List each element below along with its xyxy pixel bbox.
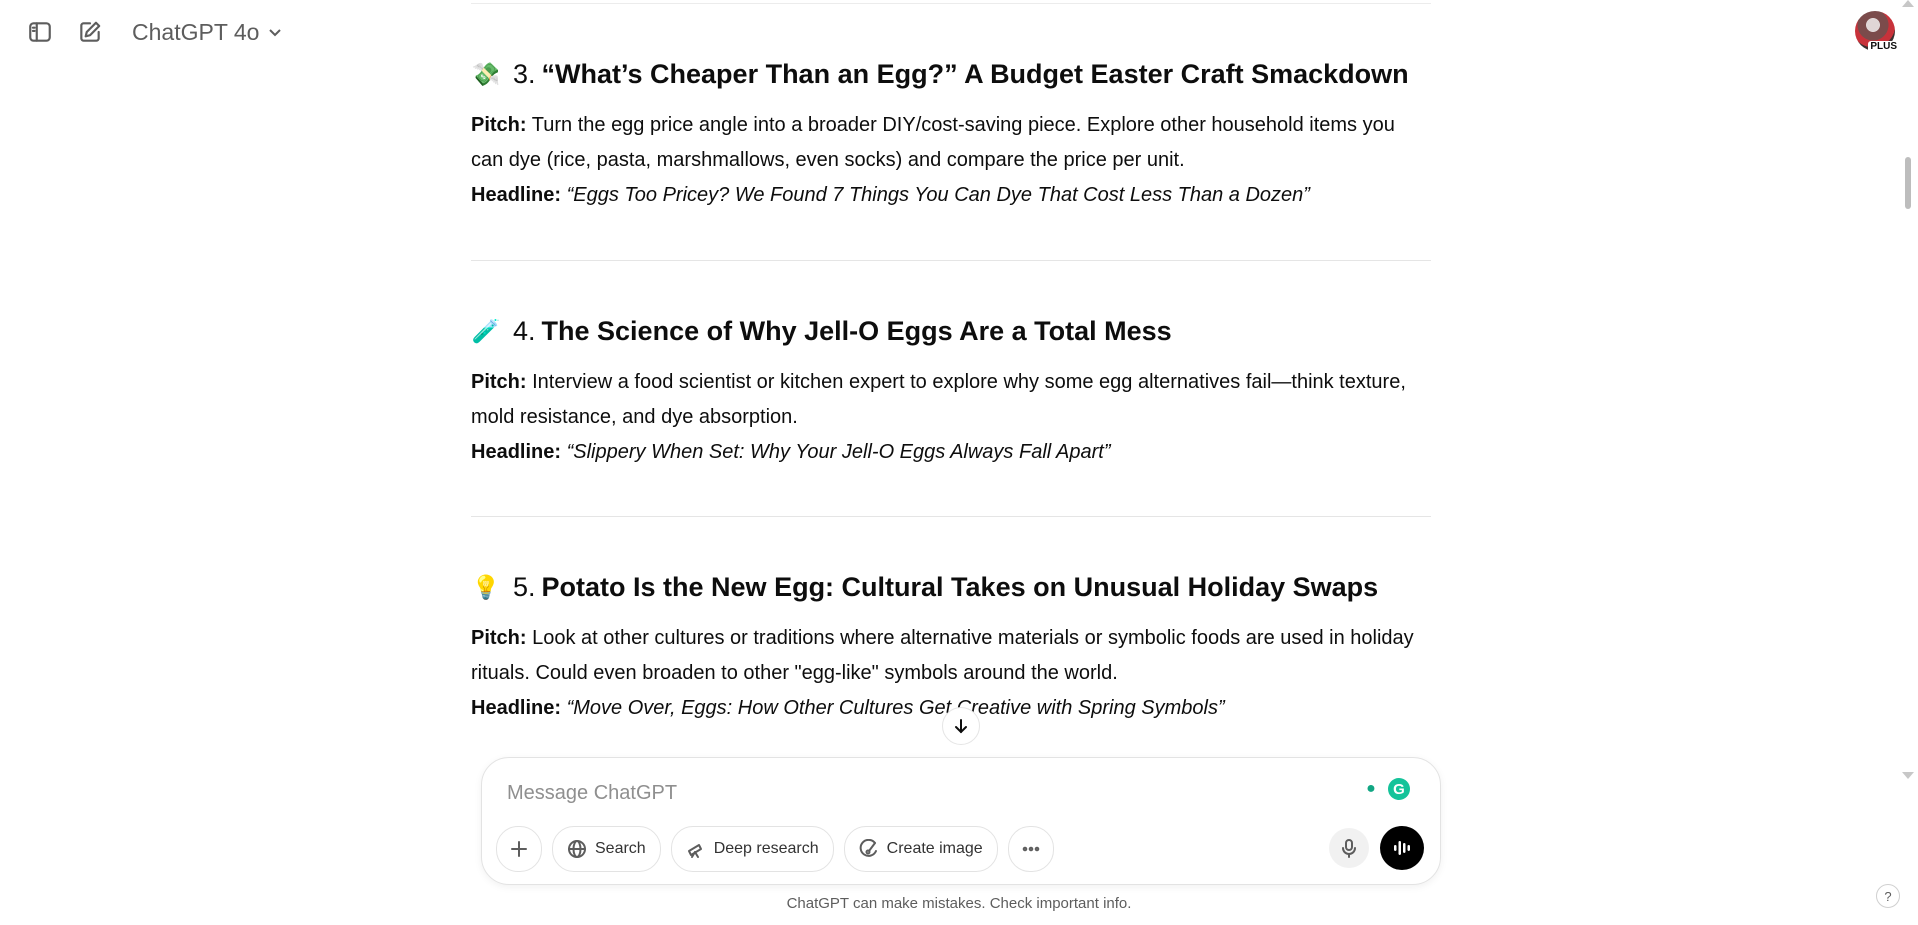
headline-text: “Slippery When Set: Why Your Jell-O Eggs… <box>566 441 1111 463</box>
deep-research-label: Deep research <box>713 840 819 857</box>
create-image-label: Create image <box>886 840 983 857</box>
divider <box>471 3 1431 4</box>
section-number: 3. <box>513 58 536 89</box>
globe-icon <box>568 840 586 858</box>
new-chat-button[interactable] <box>70 12 110 52</box>
pitch-label: Pitch: <box>471 114 527 136</box>
headline-line: Headline: “Eggs Too Pricey? We Found 7 T… <box>471 178 1431 213</box>
scroll-to-bottom-button[interactable] <box>942 707 980 745</box>
pitch-label: Pitch: <box>471 627 527 649</box>
image-brush-icon <box>859 839 877 857</box>
pitch-text: Turn the egg price angle into a broader … <box>471 114 1395 171</box>
light-bulb-icon: 💡 <box>471 573 501 600</box>
composer-toolbar: Search Deep research Create image <box>496 826 1054 872</box>
test-tube-icon: 🧪 <box>471 317 501 344</box>
scroll-up-arrow[interactable] <box>1902 0 1914 7</box>
pitch-paragraph: Pitch: Look at other cultures or traditi… <box>471 621 1431 691</box>
disclaimer: ChatGPT can make mistakes. Check importa… <box>786 895 1132 912</box>
idea-section-3: 💸 3. “What’s Cheaper Than an Egg?” A Bud… <box>471 52 1431 213</box>
message-input[interactable] <box>505 776 1329 810</box>
more-tools-button[interactable] <box>1007 826 1054 872</box>
model-name: ChatGPT 4o <box>132 18 260 45</box>
section-heading: 💸 3. “What’s Cheaper Than an Egg?” A Bud… <box>471 52 1431 96</box>
idea-section-4: 🧪 4. The Science of Why Jell-O Eggs Are … <box>471 309 1431 470</box>
plus-icon <box>511 841 527 857</box>
voice-waveform-icon <box>1394 841 1410 855</box>
idea-bulb-icon[interactable]: ● <box>1360 778 1382 800</box>
grammarly-icon[interactable]: G <box>1388 778 1410 800</box>
sidebar-toggle-icon <box>29 22 51 42</box>
section-number: 5. <box>513 571 536 602</box>
headline-text: “Eggs Too Pricey? We Found 7 Things You … <box>566 184 1310 206</box>
scrollbar-thumb[interactable] <box>1905 157 1911 209</box>
attach-button[interactable] <box>496 826 542 872</box>
scroll-down-arrow[interactable] <box>1902 772 1914 779</box>
pitch-label: Pitch: <box>471 371 527 393</box>
new-chat-icon <box>80 21 101 42</box>
arrow-down-icon <box>955 719 967 734</box>
sidebar-toggle-button[interactable] <box>20 12 60 52</box>
model-selector[interactable]: ChatGPT 4o <box>126 12 289 52</box>
headline-line: Headline: “Slippery When Set: Why Your J… <box>471 435 1431 470</box>
telescope-icon <box>687 844 702 858</box>
idea-section-5: 💡 5. Potato Is the New Egg: Cultural Tak… <box>471 565 1431 726</box>
chevron-down-icon <box>269 29 282 37</box>
extension-icons: ● G <box>1360 778 1410 800</box>
scrollbar[interactable] <box>1898 0 1918 925</box>
section-title: Potato Is the New Egg: Cultural Takes on… <box>541 571 1379 602</box>
dictate-button[interactable] <box>1329 828 1369 868</box>
section-title: “What’s Cheaper Than an Egg?” A Budget E… <box>541 58 1409 89</box>
plan-badge: PLUS <box>1868 41 1899 53</box>
create-image-button[interactable]: Create image <box>843 826 998 872</box>
section-heading: 🧪 4. The Science of Why Jell-O Eggs Are … <box>471 309 1431 353</box>
pitch-text: Interview a food scientist or kitchen ex… <box>471 371 1406 428</box>
microphone-icon <box>1342 839 1356 858</box>
headline-label: Headline: <box>471 441 562 463</box>
avatar[interactable]: PLUS <box>1855 11 1899 53</box>
divider <box>471 516 1431 517</box>
section-heading: 💡 5. Potato Is the New Egg: Cultural Tak… <box>471 565 1431 609</box>
deep-research-button[interactable]: Deep research <box>670 826 834 872</box>
divider <box>471 260 1431 261</box>
section-number: 4. <box>513 315 536 346</box>
headline-label: Headline: <box>471 697 562 719</box>
headline-text: “Move Over, Eggs: How Other Cultures Get… <box>566 697 1225 719</box>
headline-label: Headline: <box>471 184 562 206</box>
pitch-paragraph: Pitch: Turn the egg price angle into a b… <box>471 108 1431 178</box>
pitch-text: Look at other cultures or traditions whe… <box>471 627 1414 684</box>
voice-mode-button[interactable] <box>1380 826 1424 870</box>
more-dots-icon <box>1022 846 1040 852</box>
message-composer: ● G Search Deep research Create image <box>481 757 1441 885</box>
pitch-paragraph: Pitch: Interview a food scientist or kit… <box>471 365 1431 435</box>
search-button[interactable]: Search <box>552 826 661 872</box>
help-button[interactable]: ? <box>1876 884 1900 908</box>
search-label: Search <box>595 840 646 857</box>
money-icon: 💸 <box>471 60 501 87</box>
section-title: The Science of Why Jell-O Eggs Are a Tot… <box>541 315 1172 346</box>
